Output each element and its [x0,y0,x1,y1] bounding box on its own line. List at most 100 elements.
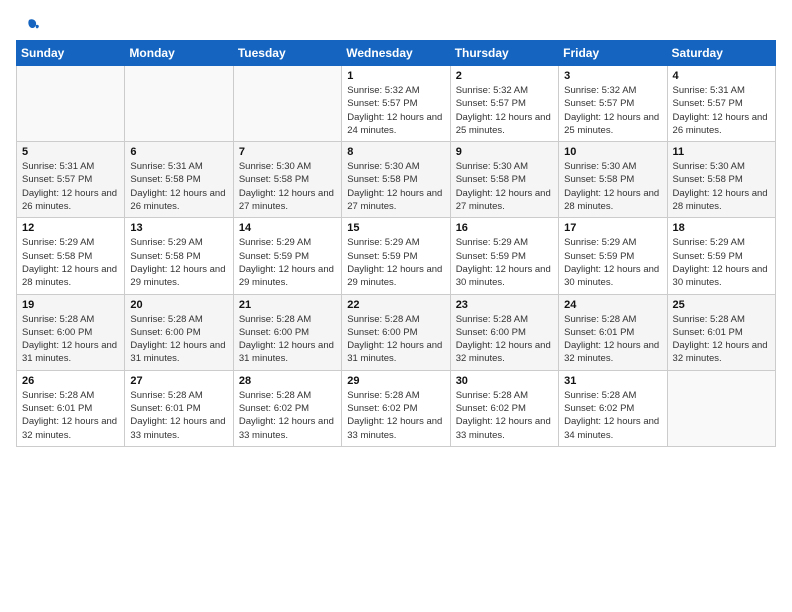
day-number: 28 [239,375,336,387]
day-number: 3 [564,70,661,82]
day-number: 24 [564,299,661,311]
day-info: Sunrise: 5:30 AM Sunset: 5:58 PM Dayligh… [673,160,770,213]
day-number: 31 [564,375,661,387]
day-number: 10 [564,146,661,158]
calendar-cell: 23 Sunrise: 5:28 AM Sunset: 6:00 PM Dayli… [450,294,558,370]
day-info: Sunrise: 5:28 AM Sunset: 6:02 PM Dayligh… [456,389,553,442]
calendar-cell: 3 Sunrise: 5:32 AM Sunset: 5:57 PM Daylig… [559,66,667,142]
calendar-cell [667,370,775,446]
calendar-cell [17,66,125,142]
day-info: Sunrise: 5:28 AM Sunset: 6:00 PM Dayligh… [239,313,336,366]
calendar-cell: 31 Sunrise: 5:28 AM Sunset: 6:02 PM Dayli… [559,370,667,446]
logo [16,16,40,34]
calendar-cell: 7 Sunrise: 5:30 AM Sunset: 5:58 PM Daylig… [233,142,341,218]
day-number: 14 [239,222,336,234]
day-info: Sunrise: 5:30 AM Sunset: 5:58 PM Dayligh… [456,160,553,213]
day-number: 4 [673,70,770,82]
day-number: 22 [347,299,444,311]
calendar-cell: 15Sunrise: 5:29 AM Sunset: 5:59 PM Dayli… [342,218,450,294]
calendar-cell: 25Sunrise: 5:28 AM Sunset: 6:01 PM Dayli… [667,294,775,370]
calendar-cell: 17 Sunrise: 5:29 AM Sunset: 5:59 PM Dayli… [559,218,667,294]
day-info: Sunrise: 5:29 AM Sunset: 5:58 PM Dayligh… [22,236,119,289]
day-info: Sunrise: 5:29 AM Sunset: 5:59 PM Dayligh… [347,236,444,289]
weekday-header-thursday: Thursday [450,41,558,66]
day-number: 8 [347,146,444,158]
day-number: 26 [22,375,119,387]
weekday-header-wednesday: Wednesday [342,41,450,66]
day-info: Sunrise: 5:29 AM Sunset: 5:58 PM Dayligh… [130,236,227,289]
day-info: Sunrise: 5:29 AM Sunset: 5:59 PM Dayligh… [564,236,661,289]
day-number: 17 [564,222,661,234]
weekday-header-monday: Monday [125,41,233,66]
day-number: 16 [456,222,553,234]
calendar-cell: 29Sunrise: 5:28 AM Sunset: 6:02 PM Dayli… [342,370,450,446]
calendar-cell: 12 Sunrise: 5:29 AM Sunset: 5:58 PM Dayli… [17,218,125,294]
calendar-cell: 16 Sunrise: 5:29 AM Sunset: 5:59 PM Dayli… [450,218,558,294]
calendar-cell: 4 Sunrise: 5:31 AM Sunset: 5:57 PM Daylig… [667,66,775,142]
day-info: Sunrise: 5:32 AM Sunset: 5:57 PM Dayligh… [347,84,444,137]
day-info: Sunrise: 5:28 AM Sunset: 6:00 PM Dayligh… [456,313,553,366]
calendar-cell: 14 Sunrise: 5:29 AM Sunset: 5:59 PM Dayli… [233,218,341,294]
weekday-header-friday: Friday [559,41,667,66]
calendar-week-row: 12 Sunrise: 5:29 AM Sunset: 5:58 PM Dayli… [17,218,776,294]
calendar-cell: 2Sunrise: 5:32 AM Sunset: 5:57 PM Daylig… [450,66,558,142]
calendar-cell: 20Sunrise: 5:28 AM Sunset: 6:00 PM Dayli… [125,294,233,370]
day-number: 1 [347,70,444,82]
calendar-cell: 22 Sunrise: 5:28 AM Sunset: 6:00 PM Dayli… [342,294,450,370]
day-number: 5 [22,146,119,158]
calendar-cell: 26 Sunrise: 5:28 AM Sunset: 6:01 PM Dayli… [17,370,125,446]
day-number: 21 [239,299,336,311]
calendar-week-row: 5 Sunrise: 5:31 AM Sunset: 5:57 PM Daylig… [17,142,776,218]
calendar-cell: 9 Sunrise: 5:30 AM Sunset: 5:58 PM Daylig… [450,142,558,218]
day-number: 9 [456,146,553,158]
calendar-cell: 19 Sunrise: 5:28 AM Sunset: 6:00 PM Dayli… [17,294,125,370]
day-number: 27 [130,375,227,387]
day-info: Sunrise: 5:30 AM Sunset: 5:58 PM Dayligh… [347,160,444,213]
calendar-cell: 28Sunrise: 5:28 AM Sunset: 6:02 PM Dayli… [233,370,341,446]
day-number: 25 [673,299,770,311]
calendar-cell [233,66,341,142]
calendar-cell: 21 Sunrise: 5:28 AM Sunset: 6:00 PM Dayli… [233,294,341,370]
day-info: Sunrise: 5:28 AM Sunset: 6:00 PM Dayligh… [347,313,444,366]
day-info: Sunrise: 5:28 AM Sunset: 6:01 PM Dayligh… [564,313,661,366]
day-number: 6 [130,146,227,158]
day-number: 29 [347,375,444,387]
calendar-cell: 27 Sunrise: 5:28 AM Sunset: 6:01 PM Dayli… [125,370,233,446]
day-info: Sunrise: 5:31 AM Sunset: 5:57 PM Dayligh… [673,84,770,137]
page-header [16,16,776,34]
calendar-cell: 30Sunrise: 5:28 AM Sunset: 6:02 PM Dayli… [450,370,558,446]
day-number: 7 [239,146,336,158]
calendar-cell: 10 Sunrise: 5:30 AM Sunset: 5:58 PM Dayli… [559,142,667,218]
day-info: Sunrise: 5:31 AM Sunset: 5:57 PM Dayligh… [22,160,119,213]
weekday-header-saturday: Saturday [667,41,775,66]
day-info: Sunrise: 5:32 AM Sunset: 5:57 PM Dayligh… [564,84,661,137]
calendar-cell: 1 Sunrise: 5:32 AM Sunset: 5:57 PM Daylig… [342,66,450,142]
day-number: 12 [22,222,119,234]
calendar-week-row: 26 Sunrise: 5:28 AM Sunset: 6:01 PM Dayli… [17,370,776,446]
day-info: Sunrise: 5:31 AM Sunset: 5:58 PM Dayligh… [130,160,227,213]
day-info: Sunrise: 5:30 AM Sunset: 5:58 PM Dayligh… [564,160,661,213]
calendar-table: SundayMondayTuesdayWednesdayThursdayFrid… [16,40,776,447]
calendar-cell: 24 Sunrise: 5:28 AM Sunset: 6:01 PM Dayli… [559,294,667,370]
day-info: Sunrise: 5:28 AM Sunset: 6:02 PM Dayligh… [564,389,661,442]
day-info: Sunrise: 5:32 AM Sunset: 5:57 PM Dayligh… [456,84,553,137]
calendar-cell: 18Sunrise: 5:29 AM Sunset: 5:59 PM Dayli… [667,218,775,294]
day-info: Sunrise: 5:29 AM Sunset: 5:59 PM Dayligh… [456,236,553,289]
logo-bird-icon [18,16,40,38]
day-info: Sunrise: 5:28 AM Sunset: 6:01 PM Dayligh… [22,389,119,442]
calendar-cell: 8 Sunrise: 5:30 AM Sunset: 5:58 PM Daylig… [342,142,450,218]
day-number: 13 [130,222,227,234]
calendar-week-row: 19 Sunrise: 5:28 AM Sunset: 6:00 PM Dayli… [17,294,776,370]
calendar-cell: 5 Sunrise: 5:31 AM Sunset: 5:57 PM Daylig… [17,142,125,218]
day-info: Sunrise: 5:28 AM Sunset: 6:01 PM Dayligh… [130,389,227,442]
day-number: 11 [673,146,770,158]
day-info: Sunrise: 5:28 AM Sunset: 6:00 PM Dayligh… [22,313,119,366]
weekday-header-tuesday: Tuesday [233,41,341,66]
day-number: 23 [456,299,553,311]
day-info: Sunrise: 5:28 AM Sunset: 6:00 PM Dayligh… [130,313,227,366]
calendar-cell: 13 Sunrise: 5:29 AM Sunset: 5:58 PM Dayli… [125,218,233,294]
day-number: 18 [673,222,770,234]
day-info: Sunrise: 5:30 AM Sunset: 5:58 PM Dayligh… [239,160,336,213]
day-info: Sunrise: 5:29 AM Sunset: 5:59 PM Dayligh… [239,236,336,289]
day-number: 19 [22,299,119,311]
